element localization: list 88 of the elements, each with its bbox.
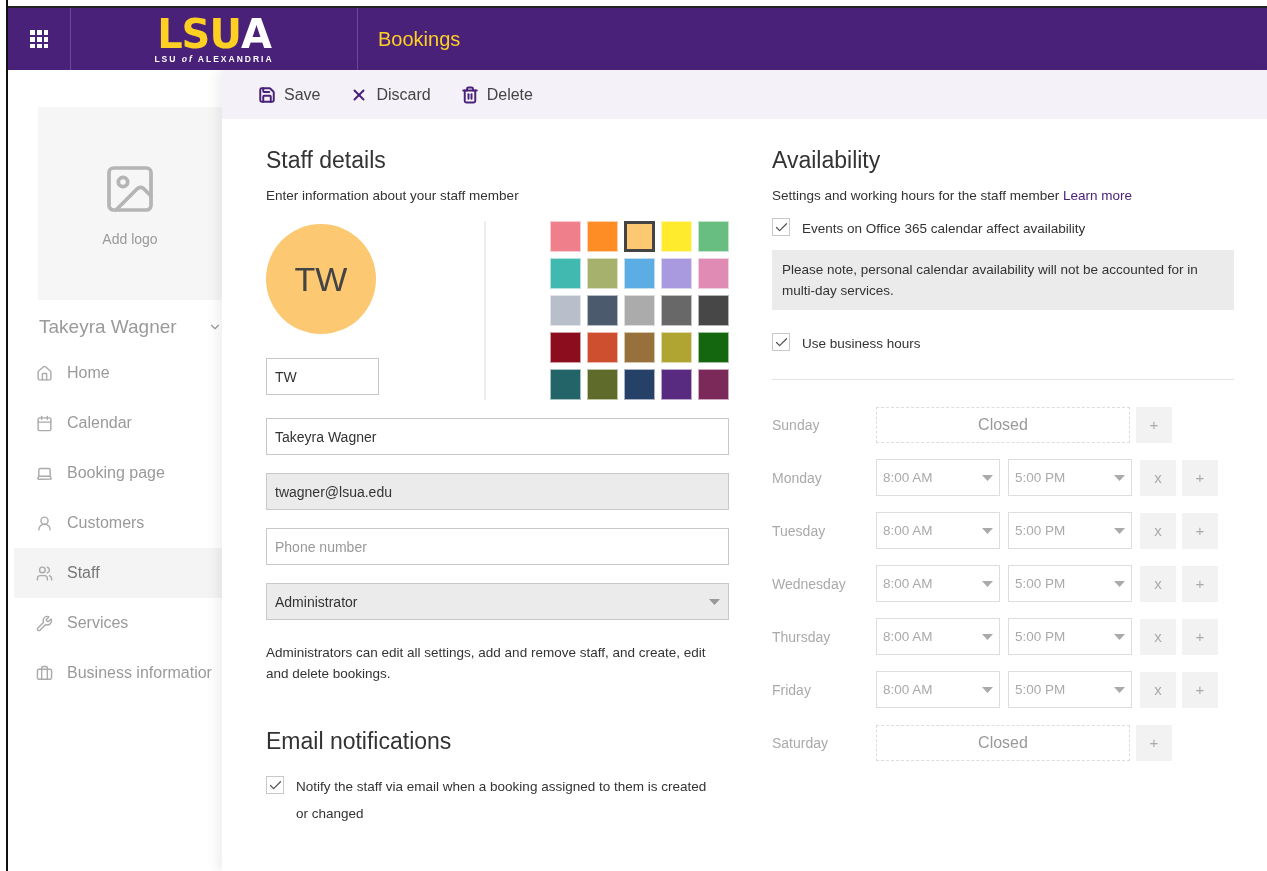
add-button[interactable]: + <box>1136 724 1172 761</box>
add-button[interactable]: + <box>1182 565 1218 602</box>
add-button[interactable]: + <box>1182 671 1218 708</box>
initials-field[interactable]: TW <box>266 358 379 395</box>
save-icon <box>258 85 276 104</box>
caret-icon <box>982 527 993 534</box>
start-time-dropdown[interactable]: 8:00 AM <box>876 512 1000 549</box>
delete-button[interactable]: Delete <box>460 85 533 104</box>
role-description: Administrators can edit all settings, add and remove staff, and create, edit and delete bookings. <box>266 644 707 683</box>
day-label: Wednesday <box>772 575 847 592</box>
end-time-dropdown[interactable]: 5:00 PM <box>1008 671 1132 708</box>
logo-placeholder[interactable]: Add logo <box>38 107 222 300</box>
discard-button[interactable]: Discard <box>350 85 431 104</box>
people-icon <box>36 564 53 582</box>
wrench-icon <box>36 614 53 632</box>
nav-item[interactable]: Customers <box>14 498 222 548</box>
trash-icon <box>460 85 479 104</box>
app-title: Bookings <box>378 27 461 51</box>
start-time-dropdown[interactable]: 8:00 AM <box>876 671 1000 708</box>
avatar: TW <box>266 224 376 334</box>
remove-button[interactable]: x <box>1140 512 1176 549</box>
logo-wordmark: LSUA <box>157 14 271 53</box>
end-time-dropdown[interactable]: 5:00 PM <box>1008 459 1132 496</box>
learn-more-link[interactable]: Learn more <box>1062 188 1132 203</box>
save-button[interactable]: Save <box>258 85 321 104</box>
add-button[interactable]: + <box>1182 618 1218 655</box>
role-dropdown[interactable]: Administrator <box>266 583 729 620</box>
business-name: Takeyra Wagner <box>39 316 177 338</box>
home-icon <box>36 364 53 382</box>
caret-icon <box>1114 633 1125 640</box>
section-title: Staff details <box>266 147 387 174</box>
section-subtitle: Enter information about your staff member <box>266 188 520 203</box>
phone-field[interactable]: Phone number <box>266 528 729 565</box>
checkbox[interactable] <box>266 776 284 794</box>
nav-item[interactable]: Services <box>14 598 222 648</box>
caret-icon <box>982 580 993 587</box>
caret-icon <box>982 474 993 481</box>
calendar-icon <box>36 414 53 432</box>
nav-item[interactable]: Calendar <box>14 398 222 448</box>
name-field[interactable]: Takeyra Wagner <box>266 418 729 455</box>
caret-icon <box>1114 474 1125 481</box>
closed-slot[interactable]: Closed <box>876 406 1130 443</box>
start-time-dropdown[interactable]: 8:00 AM <box>876 618 1000 655</box>
nav-item[interactable]: Staff <box>14 548 222 598</box>
email-field: twagner@lsua.edu <box>266 473 729 510</box>
caret-icon <box>709 598 720 605</box>
section-title: Email notifications <box>266 728 453 755</box>
section-title: Availability <box>772 147 882 174</box>
briefcase-icon <box>36 664 53 682</box>
nav-item[interactable]: Booking page <box>14 448 222 498</box>
remove-button[interactable]: x <box>1140 671 1176 708</box>
color-swatch[interactable] <box>624 221 655 252</box>
caret-icon <box>1114 527 1125 534</box>
remove-button[interactable]: x <box>1140 565 1176 602</box>
checkbox-label: Use business hours <box>802 335 921 353</box>
caret-icon <box>982 633 993 640</box>
add-logo-label: Add logo <box>102 230 158 247</box>
app-launcher-icon[interactable] <box>30 30 48 48</box>
checkbox[interactable] <box>772 333 790 351</box>
day-label: Tuesday <box>772 522 827 539</box>
start-time-dropdown[interactable]: 8:00 AM <box>876 459 1000 496</box>
add-button[interactable]: + <box>1182 512 1218 549</box>
caret-icon <box>982 686 993 693</box>
person-icon <box>36 514 53 532</box>
end-time-dropdown[interactable]: 5:00 PM <box>1008 618 1132 655</box>
end-time-dropdown[interactable]: 5:00 PM <box>1008 512 1132 549</box>
day-label: Monday <box>772 469 823 486</box>
nav-item[interactable]: Home <box>14 348 222 398</box>
closed-slot[interactable]: Closed <box>876 724 1130 761</box>
add-button[interactable]: + <box>1136 406 1172 443</box>
remove-button[interactable]: x <box>1140 459 1176 496</box>
info-note: Please note, personal calendar availability will not be accounted for in multi-day services. <box>772 250 1234 310</box>
day-label: Thursday <box>772 628 832 645</box>
add-button[interactable]: + <box>1182 459 1218 496</box>
checkbox-label: Notify the staff via email when a booking assigned to them is created or changed <box>296 778 708 823</box>
caret-icon <box>1114 580 1125 587</box>
end-time-dropdown[interactable]: 5:00 PM <box>1008 565 1132 602</box>
nav-item[interactable]: Business informatior <box>14 648 222 698</box>
day-label: Sunday <box>772 416 821 433</box>
section-subtitle: Settings and working hours for the staff member Learn more <box>772 188 1133 203</box>
logo-subtitle: LSU of ALEXANDRIA <box>154 53 274 64</box>
checkbox[interactable] <box>772 218 790 236</box>
day-label: Friday <box>772 681 812 698</box>
day-label: Saturday <box>772 734 830 751</box>
caret-icon <box>1114 686 1125 693</box>
start-time-dropdown[interactable]: 8:00 AM <box>876 565 1000 602</box>
checkbox-label: Events on Office 365 calendar affect availability <box>802 220 1086 238</box>
remove-button[interactable]: x <box>1140 618 1176 655</box>
